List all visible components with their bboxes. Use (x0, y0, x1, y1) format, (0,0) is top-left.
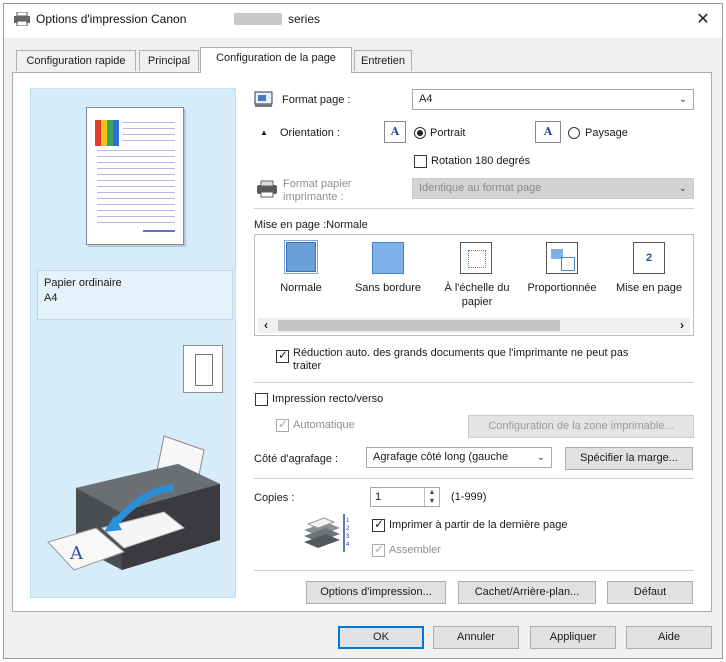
auto-reduce-checkbox[interactable] (276, 348, 289, 363)
stacked-pages-icon: 1 2 3 4 (300, 512, 358, 556)
apply-button[interactable]: Appliquer (530, 626, 616, 649)
printer-paper-label-line2: imprimante : (283, 191, 344, 203)
cancel-button[interactable]: Annuler (433, 626, 519, 649)
layout-option-normal[interactable] (284, 240, 318, 274)
preview-image-block (95, 120, 119, 146)
fit-to-page-icon[interactable] (460, 242, 492, 274)
spin-buttons-icon[interactable]: ▲ ▼ (424, 488, 439, 506)
scroll-thumb[interactable] (278, 320, 560, 331)
page-size-label: Format page : (282, 94, 351, 106)
auto-reduce-label-line2: traiter (293, 360, 322, 372)
scroll-right-icon[interactable]: › (676, 318, 688, 333)
landscape-label: Paysage (585, 127, 628, 139)
rotate-180-label: Rotation 180 degrés (431, 155, 531, 167)
layout-option-fit-label: À l'échelle du (444, 282, 510, 294)
printer-paper-label: Format papier (283, 178, 352, 190)
tab-maintenance[interactable]: Entretien (354, 50, 412, 71)
rotate-180-checkbox[interactable] (414, 155, 427, 168)
print-options-button[interactable]: Options d'impression... (306, 581, 446, 604)
page-layout-icon[interactable]: 2 (633, 242, 665, 274)
page-size-value: A4 (419, 93, 433, 105)
media-type-text: Papier ordinaire (44, 277, 122, 289)
chevron-down-icon: ⌄ (678, 94, 687, 105)
svg-text:A: A (69, 543, 84, 564)
close-button[interactable]: ✕ (690, 7, 716, 33)
copies-label: Copies : (254, 492, 295, 504)
layout-option-page-layout-label: Mise en page (615, 282, 683, 294)
portrait-label: Portrait (430, 127, 466, 139)
divider (254, 382, 694, 383)
layout-option-normal-label: Normale (280, 282, 322, 294)
specify-margin-button[interactable]: Spécifier la marge... (565, 447, 693, 470)
svg-text:3: 3 (346, 534, 350, 540)
automatic-label: Automatique (293, 419, 355, 431)
page-preview-thumbnail (86, 107, 184, 245)
print-from-last-page-checkbox[interactable] (372, 517, 385, 532)
chevron-down-icon: ⌄ (678, 183, 687, 194)
page-size-icon (254, 90, 274, 108)
chevron-down-icon: ⌄ (536, 452, 545, 463)
printer-illustration-icon: A (44, 428, 226, 584)
page-orientation-preview-button[interactable] (183, 345, 223, 393)
portrait-radio[interactable] (414, 127, 426, 139)
help-button[interactable]: Aide (626, 626, 712, 649)
defaults-button[interactable]: Défaut (607, 581, 693, 604)
print-from-last-page-label: Imprimer à partir de la dernière page (389, 519, 568, 531)
stapling-side-value: Agrafage côté long (gauche (373, 451, 509, 463)
ok-button[interactable]: OK (338, 626, 424, 649)
printer-icon (14, 11, 30, 27)
tab-page-setup[interactable]: Configuration de la page (200, 47, 352, 73)
stapling-side-select[interactable]: Agrafage côté long (gauche ⌄ (366, 447, 552, 468)
print-area-setup-button[interactable]: Configuration de la zone imprimable... (468, 415, 694, 438)
printer-paper-icon (256, 180, 278, 198)
svg-text:4: 4 (346, 542, 350, 548)
divider (254, 478, 694, 479)
media-info-box: Papier ordinaire A4 (37, 270, 233, 320)
collate-label: Assembler (389, 544, 441, 556)
copies-range: (1-999) (451, 491, 487, 503)
orientation-label: Orientation : (280, 127, 340, 139)
normal-layout-icon (286, 242, 316, 272)
landscape-radio[interactable] (568, 127, 580, 139)
duplex-checkbox[interactable] (255, 393, 268, 406)
printer-paper-select[interactable]: Identique au format page ⌄ (412, 178, 694, 199)
tab-main[interactable]: Principal (139, 50, 199, 71)
copies-input[interactable]: 1 ▲ ▼ (370, 487, 440, 507)
layout-option-scaled-label: Proportionnée (527, 282, 597, 294)
window-title: Options d'impression Canon (36, 12, 187, 26)
layout-option-borderless-label: Sans bordure (354, 282, 422, 294)
page-size-select[interactable]: A4 ⌄ (412, 89, 694, 110)
svg-text:1: 1 (346, 518, 350, 524)
duplex-label: Impression recto/verso (272, 393, 384, 405)
automatic-checkbox[interactable] (276, 417, 289, 432)
layout-option-fit-label-line2: papier (461, 296, 493, 308)
borderless-layout-icon[interactable] (372, 242, 404, 274)
scaled-layout-icon[interactable] (546, 242, 578, 274)
window-title-suffix: series (288, 12, 321, 26)
collate-checkbox[interactable] (372, 542, 385, 557)
stapling-side-label: Côté d'agrafage : (254, 453, 339, 465)
auto-reduce-label: Réduction auto. des grands documents que… (293, 347, 629, 359)
layout-heading: Mise en page :Normale (254, 219, 368, 231)
printer-paper-value: Identique au format page (419, 182, 542, 194)
copies-value: 1 (375, 491, 382, 503)
orientation-bullet-icon: ▲ (260, 128, 268, 137)
scroll-left-icon[interactable]: ‹ (260, 318, 272, 333)
stamp-background-button[interactable]: Cachet/Arrière-plan... (458, 581, 596, 604)
svg-text:2: 2 (346, 526, 350, 532)
portrait-preview-icon: A (384, 121, 406, 143)
landscape-preview-icon: A (535, 121, 561, 143)
divider (254, 208, 694, 209)
tab-quick-setup[interactable]: Configuration rapide (16, 50, 136, 71)
redacted-model-name (234, 13, 282, 25)
divider (254, 570, 694, 571)
media-size-text: A4 (44, 292, 58, 304)
